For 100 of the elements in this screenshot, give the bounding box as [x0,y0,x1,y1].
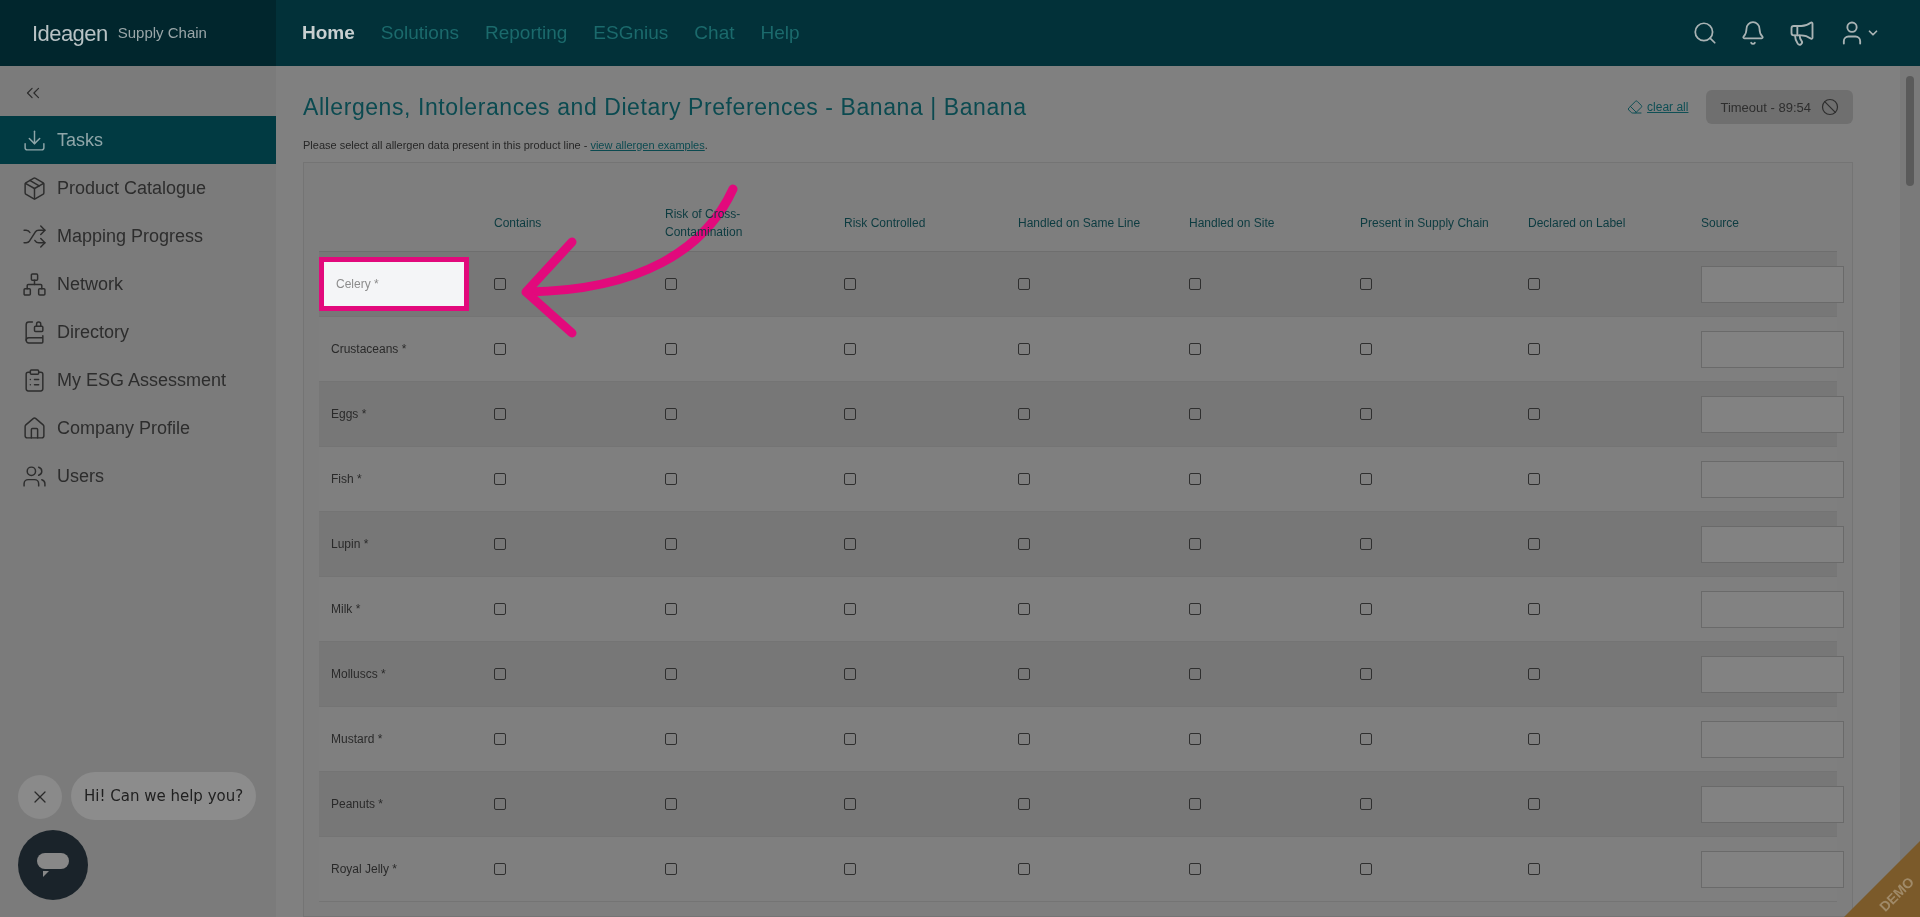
checkbox[interactable] [665,343,677,355]
checkbox[interactable] [1018,473,1030,485]
checkbox[interactable] [494,733,506,745]
checkbox[interactable] [494,343,506,355]
checkbox[interactable] [1018,733,1030,745]
checkbox[interactable] [844,668,856,680]
checkbox[interactable] [494,668,506,680]
search-icon[interactable] [1692,20,1718,46]
checkbox[interactable] [1018,668,1030,680]
checkbox[interactable] [1189,603,1201,615]
checkbox[interactable] [665,473,677,485]
checkbox[interactable] [665,733,677,745]
checkbox[interactable] [494,408,506,420]
checkbox[interactable] [494,863,506,875]
checkbox[interactable] [665,538,677,550]
checkbox[interactable] [844,603,856,615]
checkbox[interactable] [1018,798,1030,810]
checkbox[interactable] [1528,278,1540,290]
checkbox[interactable] [1189,538,1201,550]
clear-all-link[interactable]: clear all [1627,98,1689,117]
sidebar-item[interactable]: Mapping Progress [0,212,276,260]
checkbox[interactable] [844,798,856,810]
nav-link[interactable]: Solutions [380,18,459,48]
checkbox[interactable] [1528,798,1540,810]
sidebar-item[interactable]: Tasks [0,116,276,164]
checkbox[interactable] [1528,603,1540,615]
nav-link[interactable]: Reporting [484,18,568,48]
nav-link[interactable]: Chat [694,18,735,48]
source-field[interactable] [1701,850,1844,888]
checkbox[interactable] [1189,863,1201,875]
checkbox[interactable] [844,408,856,420]
checkbox[interactable] [665,798,677,810]
checkbox[interactable] [1189,798,1201,810]
checkbox[interactable] [665,408,677,420]
allergen-examples-link[interactable]: view allergen examples [590,138,705,151]
checkbox[interactable] [844,733,856,745]
checkbox[interactable] [844,863,856,875]
checkbox[interactable] [1018,863,1030,875]
checkbox[interactable] [844,278,856,290]
sidebar-item[interactable]: Company Profile [0,404,276,452]
checkbox[interactable] [1018,278,1030,290]
checkbox[interactable] [1528,668,1540,680]
bell-icon[interactable] [1740,20,1766,46]
checkbox[interactable] [494,798,506,810]
checkbox[interactable] [665,668,677,680]
checkbox[interactable] [1360,668,1372,680]
checkbox[interactable] [494,473,506,485]
checkbox[interactable] [1360,603,1372,615]
sidebar-item[interactable]: Directory [0,308,276,356]
source-field[interactable] [1701,655,1844,693]
checkbox[interactable] [1360,733,1372,745]
checkbox[interactable] [665,603,677,615]
checkbox[interactable] [844,473,856,485]
brand-name[interactable]: Ideagen [32,16,108,50]
checkbox[interactable] [494,278,506,290]
source-field[interactable] [1701,265,1844,303]
megaphone-icon[interactable] [1788,19,1816,47]
checkbox[interactable] [1189,733,1201,745]
checkbox[interactable] [1360,538,1372,550]
sidebar-item[interactable]: Users [0,452,276,500]
source-field[interactable] [1701,330,1844,368]
checkbox[interactable] [844,538,856,550]
checkbox[interactable] [1018,603,1030,615]
nav-link[interactable]: Help [760,18,800,48]
source-field[interactable] [1701,525,1844,563]
source-field[interactable] [1701,460,1844,498]
source-field[interactable] [1701,785,1844,823]
timeout-badge[interactable]: Timeout - 89:54 [1706,90,1853,125]
sidebar-item[interactable]: My ESG Assessment [0,356,276,404]
nav-link[interactable]: ESGnius [593,18,669,48]
checkbox[interactable] [844,343,856,355]
checkbox[interactable] [494,603,506,615]
checkbox[interactable] [1528,863,1540,875]
checkbox[interactable] [1360,473,1372,485]
checkbox[interactable] [1528,408,1540,420]
source-field[interactable] [1701,395,1844,433]
nav-link[interactable]: Home [302,18,355,48]
sidebar-item[interactable]: Network [0,260,276,308]
scrollbar-thumb[interactable] [1906,76,1914,186]
checkbox[interactable] [1528,473,1540,485]
checkbox[interactable] [1189,473,1201,485]
sidebar-item[interactable]: Product Catalogue [0,164,276,212]
checkbox[interactable] [1018,343,1030,355]
source-field[interactable] [1701,590,1844,628]
checkbox[interactable] [1360,278,1372,290]
checkbox[interactable] [665,278,677,290]
checkbox[interactable] [1528,343,1540,355]
checkbox[interactable] [1528,538,1540,550]
checkbox[interactable] [1360,408,1372,420]
checkbox[interactable] [1189,408,1201,420]
source-field[interactable] [1701,720,1844,758]
checkbox[interactable] [1360,798,1372,810]
checkbox[interactable] [1018,408,1030,420]
checkbox[interactable] [665,863,677,875]
checkbox[interactable] [494,538,506,550]
checkbox[interactable] [1189,343,1201,355]
checkbox[interactable] [1189,668,1201,680]
checkbox[interactable] [1528,733,1540,745]
checkbox[interactable] [1189,278,1201,290]
checkbox[interactable] [1360,343,1372,355]
